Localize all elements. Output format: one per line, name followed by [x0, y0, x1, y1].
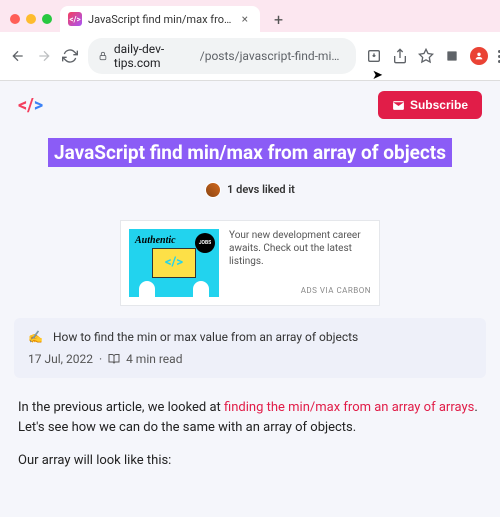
likes-row[interactable]: 1 devs liked it: [18, 182, 482, 198]
paragraph-2: Our array will look like this:: [18, 451, 482, 472]
tab-title: JavaScript find min/max from a...: [88, 13, 236, 26]
close-window-icon[interactable]: [10, 14, 20, 24]
related-article-link[interactable]: finding the min/max from an array of arr…: [224, 400, 474, 415]
extensions-icon[interactable]: [444, 48, 460, 64]
reload-button[interactable]: [62, 48, 78, 64]
tab-favicon-icon: </>: [68, 12, 82, 26]
ad-badge: JOBS: [195, 233, 215, 253]
paragraph-1: In the previous article, we looked at fi…: [18, 398, 482, 440]
url-input[interactable]: daily-dev-tips.com/posts/javascript-find…: [88, 38, 356, 74]
carbon-ad[interactable]: Authentic JOBS </> Your new development …: [120, 220, 380, 306]
ad-text: Your new development career awaits. Chec…: [229, 229, 371, 297]
new-tab-button[interactable]: +: [268, 10, 289, 29]
pencil-icon: ✍️: [28, 330, 43, 344]
browser-tab-strip: </> JavaScript find min/max from a... × …: [0, 0, 500, 32]
ad-brand: Authentic: [135, 235, 176, 246]
article-meta: ✍️ How to find the min or max value from…: [14, 318, 486, 378]
address-bar: daily-dev-tips.com/posts/javascript-find…: [0, 32, 500, 81]
profile-avatar[interactable]: [470, 47, 488, 65]
minimize-window-icon[interactable]: [26, 14, 36, 24]
publish-date: 17 Jul, 2022: [28, 352, 93, 366]
ad-copy: Your new development career awaits. Chec…: [229, 229, 371, 268]
meta-separator: ·: [99, 352, 102, 366]
subscribe-button[interactable]: Subscribe: [378, 91, 482, 119]
maximize-window-icon[interactable]: [42, 14, 52, 24]
bookmark-icon[interactable]: [418, 48, 434, 64]
install-app-icon[interactable]: [366, 48, 382, 64]
hero-section: JavaScript find min/max from array of ob…: [0, 129, 500, 212]
ad-image: Authentic JOBS </>: [129, 229, 219, 297]
window-controls: [10, 14, 52, 24]
read-time: 4 min read: [126, 352, 182, 366]
page-content: </> Subscribe ➤ JavaScript find min/max …: [0, 81, 500, 517]
share-icon[interactable]: [392, 48, 408, 64]
forward-button[interactable]: [36, 48, 52, 64]
browser-tab[interactable]: </> JavaScript find min/max from a... ×: [60, 6, 260, 32]
mail-icon: [392, 99, 405, 112]
site-logo[interactable]: </>: [18, 95, 43, 116]
lock-icon: [98, 50, 108, 62]
book-icon: [108, 353, 120, 365]
liker-avatar: [205, 182, 221, 198]
site-header: </> Subscribe: [0, 81, 500, 129]
url-path: /posts/javascript-find-min-max-...: [200, 49, 346, 63]
back-button[interactable]: [10, 48, 26, 64]
cursor-icon: ➤: [372, 81, 383, 83]
page-title: JavaScript find min/max from array of ob…: [48, 138, 452, 167]
likes-text: 1 devs liked it: [227, 183, 295, 196]
subscribe-label: Subscribe: [410, 98, 468, 112]
article-summary: How to find the min or max value from an…: [53, 330, 358, 344]
tab-close-icon[interactable]: ×: [242, 12, 248, 26]
article-body: In the previous article, we looked at fi…: [0, 390, 500, 492]
ad-attribution: ADS VIA CARBON: [229, 286, 371, 296]
url-domain: daily-dev-tips.com: [114, 42, 194, 70]
